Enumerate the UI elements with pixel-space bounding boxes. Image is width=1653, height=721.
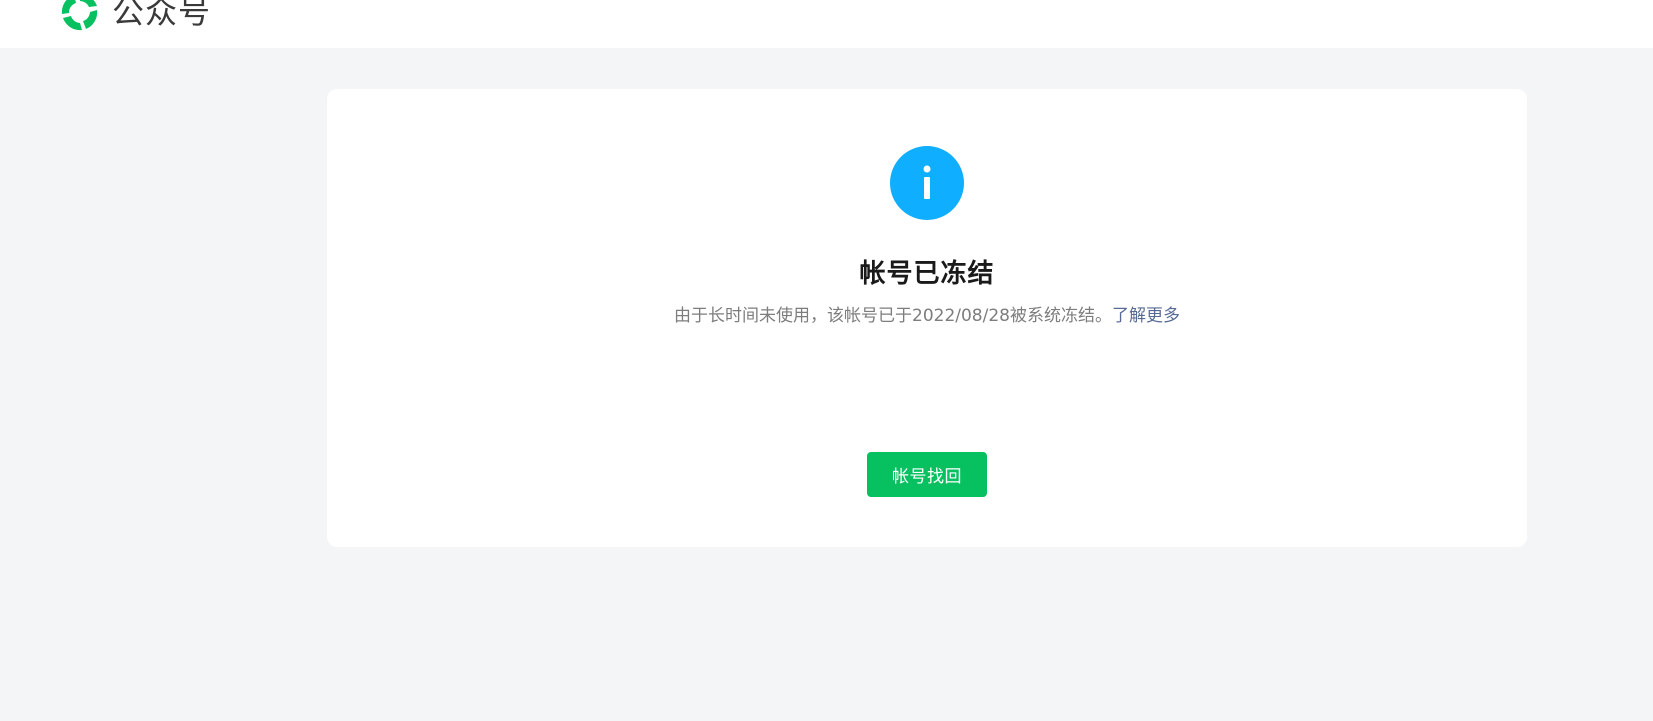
- frozen-account-card: 帐号已冻结 由于长时间未使用，该帐号已于2022/08/28被系统冻结。了解更多…: [327, 89, 1527, 547]
- brand-name: 公众号: [112, 0, 212, 31]
- notice-description: 由于长时间未使用，该帐号已于2022/08/28被系统冻结。了解更多: [327, 304, 1527, 328]
- account-recover-button[interactable]: 帐号找回: [867, 452, 987, 497]
- brand[interactable]: 公众号: [58, 0, 211, 36]
- info-glyph: [923, 165, 931, 199]
- notice-description-text: 由于长时间未使用，该帐号已于2022/08/28被系统冻结。: [674, 306, 1112, 326]
- top-bar: 公众号: [0, 0, 1653, 48]
- learn-more-link[interactable]: 了解更多: [1112, 306, 1180, 326]
- wechat-official-account-logo-icon: [61, 0, 98, 31]
- info-icon: [890, 146, 964, 220]
- notice-title: 帐号已冻结: [859, 259, 995, 289]
